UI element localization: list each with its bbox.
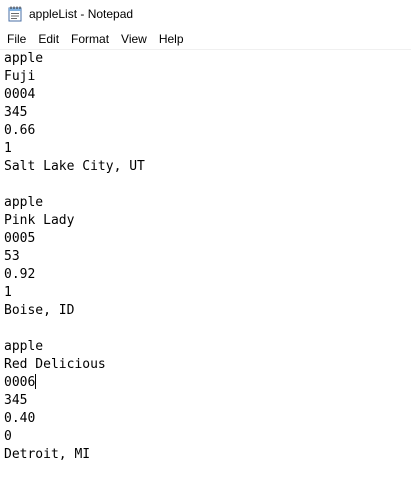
text-line: 0.40 bbox=[4, 411, 36, 426]
menu-file[interactable]: File bbox=[0, 29, 32, 49]
text-editor[interactable]: apple Fuji 0004 345 0.66 1 Salt Lake Cit… bbox=[0, 50, 411, 500]
text-line: 0 bbox=[4, 429, 12, 444]
notepad-icon bbox=[8, 6, 22, 22]
text-line: Red Delicious bbox=[4, 357, 106, 372]
menu-bar: File Edit Format View Help bbox=[0, 29, 411, 49]
text-line: apple bbox=[4, 339, 44, 354]
window-title: appleList - Notepad bbox=[29, 7, 134, 21]
text-line: Boise, ID bbox=[4, 303, 75, 318]
editor-text[interactable]: apple Fuji 0004 345 0.66 1 Salt Lake Cit… bbox=[4, 50, 145, 464]
notepad-window: appleList - Notepad File Edit Format Vie… bbox=[0, 0, 411, 500]
menu-format[interactable]: Format bbox=[65, 29, 115, 49]
text-line: Pink Lady bbox=[4, 213, 75, 228]
menu-help[interactable]: Help bbox=[153, 29, 190, 49]
text-line: 1 bbox=[4, 141, 12, 156]
text-line: Salt Lake City, UT bbox=[4, 159, 145, 174]
text-line: 345 bbox=[4, 105, 28, 120]
text-line: 0.92 bbox=[4, 267, 36, 282]
text-line: 0005 bbox=[4, 231, 36, 246]
text-caret bbox=[35, 374, 37, 389]
text-line: 53 bbox=[4, 249, 20, 264]
text-line: 0.66 bbox=[4, 123, 36, 138]
text-line: 0006 bbox=[4, 375, 36, 390]
menu-view[interactable]: View bbox=[115, 29, 153, 49]
title-bar: appleList - Notepad bbox=[0, 0, 411, 28]
text-line: apple bbox=[4, 195, 44, 210]
text-line: 0004 bbox=[4, 87, 36, 102]
text-line: Detroit, MI bbox=[4, 447, 91, 462]
text-line: Fuji bbox=[4, 69, 36, 84]
text-line: apple bbox=[4, 51, 44, 66]
text-line: 1 bbox=[4, 285, 12, 300]
menu-edit[interactable]: Edit bbox=[32, 29, 65, 49]
text-line: 345 bbox=[4, 393, 28, 408]
